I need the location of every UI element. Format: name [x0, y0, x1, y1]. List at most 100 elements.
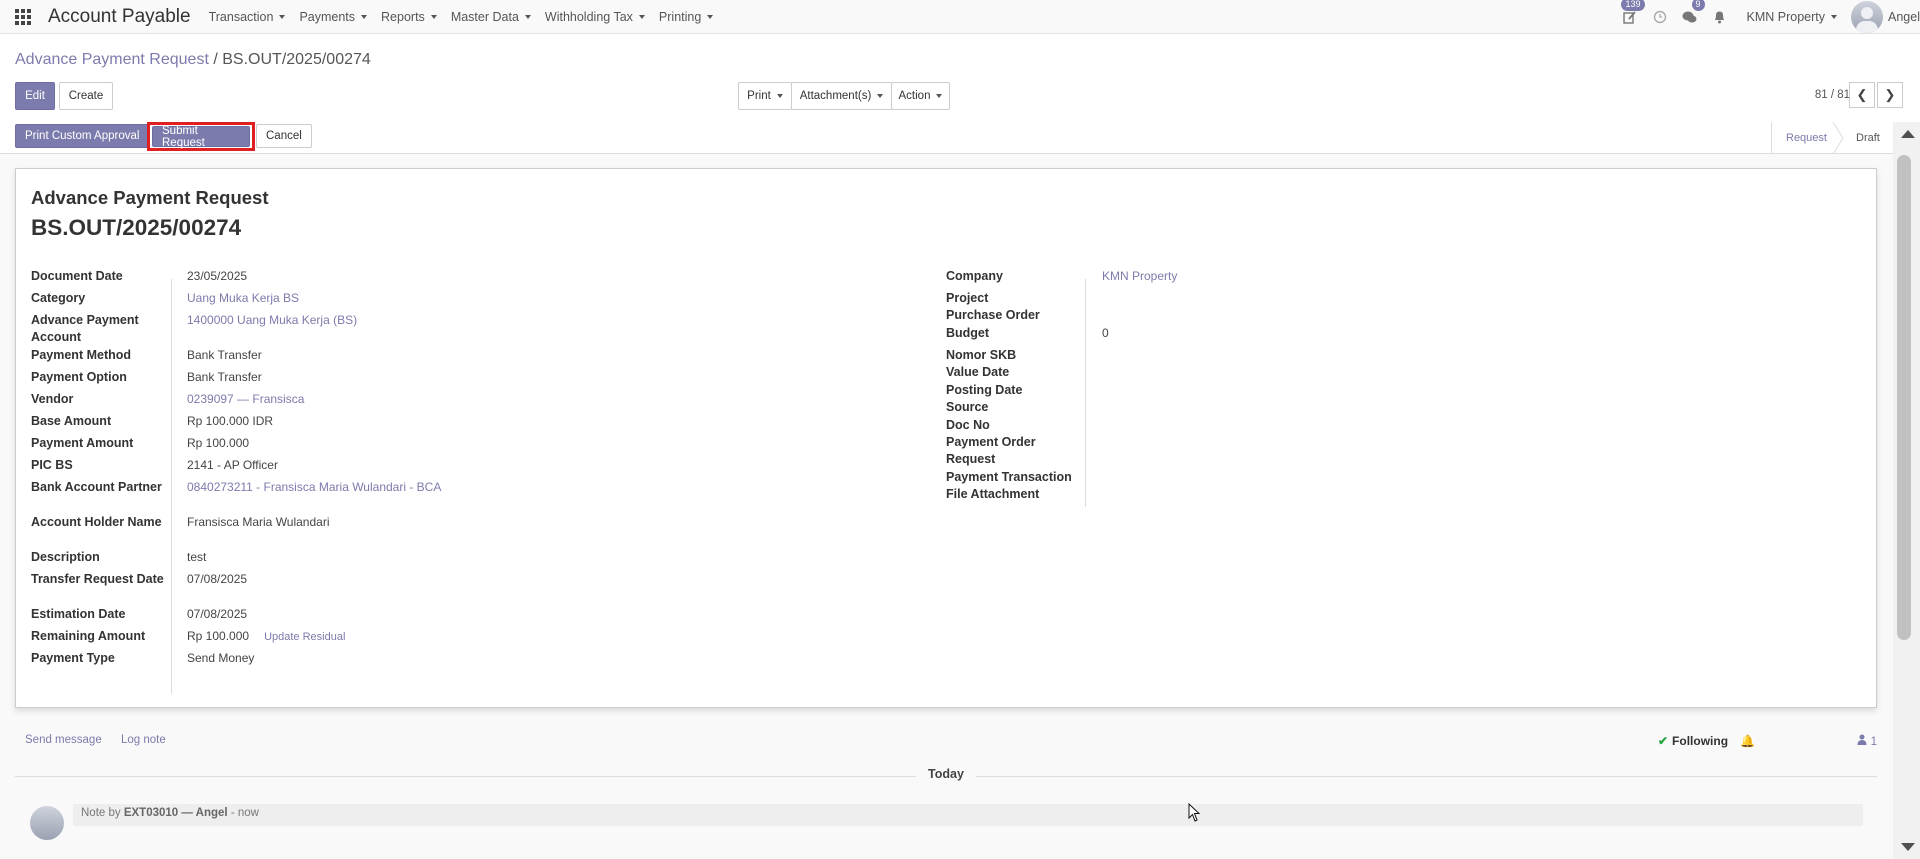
submit-request-button[interactable]: Submit Request: [152, 125, 250, 149]
field-value[interactable]: Uang Muka Kerja BS: [179, 290, 299, 307]
edit-activity-icon[interactable]: 139: [1621, 0, 1645, 26]
attachments-dropdown[interactable]: Attachment(s): [791, 82, 892, 110]
scrollbar-thumb[interactable]: [1897, 155, 1911, 640]
field-label: Posting Date: [946, 383, 1023, 397]
field-label: Value Date: [946, 365, 1010, 379]
apps-menu-icon[interactable]: [15, 8, 31, 25]
action-dropdown[interactable]: Action: [891, 82, 950, 110]
field-value[interactable]: test: [179, 549, 206, 566]
field-label: Advance Payment Account: [31, 313, 139, 344]
create-button[interactable]: Create: [59, 82, 113, 110]
field-label: File Attachment: [946, 487, 1040, 501]
field-label: Purchase Order: [946, 308, 1040, 322]
form-statusbar: Print Custom Approval Submit Request Can…: [0, 122, 1920, 154]
field-value[interactable]: Fransisca Maria Wulandari: [179, 514, 330, 531]
field-value[interactable]: 07/08/2025: [179, 606, 247, 623]
user-avatar[interactable]: [1851, 1, 1884, 33]
caret-down-icon: [430, 14, 437, 19]
field-value[interactable]: [1094, 382, 1102, 399]
scroll-down-icon[interactable]: [1901, 843, 1915, 851]
field-payment-order-request: Payment Order Request: [946, 434, 1084, 468]
send-message-button[interactable]: Send message: [25, 734, 102, 746]
field-value[interactable]: Rp 100.000: [179, 435, 249, 452]
field-label: Payment Transaction: [946, 470, 1072, 484]
vertical-scrollbar[interactable]: [1893, 122, 1920, 859]
note-message: Note by EXT03010 — Angel - now: [73, 804, 1863, 826]
field-value[interactable]: [1094, 347, 1102, 364]
clock-icon[interactable]: [1651, 8, 1669, 26]
field-value[interactable]: Bank Transfer: [179, 369, 262, 386]
menu-printing[interactable]: Printing: [659, 10, 714, 24]
field-value[interactable]: [1094, 307, 1102, 324]
scroll-up-icon[interactable]: [1901, 130, 1915, 138]
company-switcher[interactable]: KMN Property: [1747, 10, 1838, 24]
field-value[interactable]: [1094, 290, 1102, 307]
field-pic-bs: PIC BS 2141 - AP Officer: [31, 457, 278, 474]
field-value[interactable]: 07/08/2025: [179, 571, 247, 588]
field-value[interactable]: [1076, 434, 1084, 468]
field-transfer-request-date: Transfer Request Date 07/08/2025: [31, 571, 247, 588]
stage-request[interactable]: Request: [1786, 122, 1827, 154]
field-value[interactable]: Rp 100.000 IDR: [179, 413, 273, 430]
note-author[interactable]: EXT03010 — Angel: [124, 807, 228, 819]
field-value[interactable]: 0: [1094, 325, 1109, 342]
caret-down-icon: [524, 14, 531, 19]
caret-down-icon: [936, 94, 943, 98]
print-custom-approval-button[interactable]: Print Custom Approval: [15, 124, 150, 148]
menu-reports[interactable]: Reports: [381, 10, 437, 24]
field-value[interactable]: [1094, 469, 1102, 486]
field-value[interactable]: 0840273211 - Fransisca Maria Wulandari -…: [179, 479, 441, 496]
bell-icon[interactable]: [1711, 8, 1729, 26]
messages-icon[interactable]: 9: [1681, 0, 1705, 26]
main-navbar: Account Payable Transaction Payments Rep…: [0, 0, 1920, 34]
field-doc-no: Doc No: [946, 417, 1102, 434]
field-value[interactable]: [1094, 364, 1102, 381]
note-time: - now: [230, 807, 259, 819]
pager-next-button[interactable]: ❯: [1877, 82, 1903, 108]
field-payment-transaction: Payment Transaction: [946, 469, 1102, 486]
field-value[interactable]: 1400000 Uang Muka Kerja (BS): [179, 312, 357, 346]
field-label: Nomor SKB: [946, 348, 1017, 362]
field-value[interactable]: 0239097 — Fransisca: [179, 391, 304, 408]
field-value[interactable]: Send Money: [179, 650, 254, 667]
field-value[interactable]: Bank Transfer: [179, 347, 262, 364]
field-value[interactable]: KMN Property: [1094, 268, 1177, 285]
followers-button[interactable]: 1: [1857, 734, 1877, 748]
edit-button[interactable]: Edit: [15, 82, 55, 110]
breadcrumb-separator: /: [213, 51, 218, 68]
form-sheet: Advance Payment Request BS.OUT/2025/0027…: [15, 168, 1877, 708]
field-value[interactable]: 2141 - AP Officer: [179, 457, 278, 474]
breadcrumb-parent[interactable]: Advance Payment Request: [15, 51, 209, 68]
activity-badge: 139: [1621, 0, 1645, 11]
field-remaining-amount: Remaining Amount Rp 100.000 Update Residua…: [31, 628, 345, 646]
field-value[interactable]: 23/05/2025: [179, 268, 247, 285]
menu-payments[interactable]: Payments: [299, 10, 368, 24]
field-label: Vendor: [31, 392, 74, 406]
bell-muted-icon[interactable]: 🔔: [1740, 734, 1755, 748]
field-label: Project: [946, 291, 989, 305]
menu-master-data[interactable]: Master Data: [451, 10, 531, 24]
field-value[interactable]: Rp 100.000 Update Residual: [179, 628, 345, 646]
field-value[interactable]: [1094, 399, 1102, 416]
menu-withholding-tax[interactable]: Withholding Tax: [545, 10, 645, 24]
field-payment-amount: Payment Amount Rp 100.000: [31, 435, 249, 452]
log-note-button[interactable]: Log note: [121, 734, 166, 746]
print-dropdown[interactable]: Print: [738, 82, 792, 110]
field-value[interactable]: [1094, 486, 1102, 503]
following-button[interactable]: ✔ Following 🔔: [1658, 734, 1755, 748]
note-prefix: Note by: [81, 807, 121, 819]
field-label: Description: [31, 550, 100, 564]
app-title[interactable]: Account Payable: [48, 6, 191, 28]
caret-down-icon: [361, 14, 368, 19]
menu-transaction[interactable]: Transaction: [209, 10, 286, 24]
update-residual-link[interactable]: Update Residual: [264, 631, 345, 643]
stage-draft[interactable]: Draft: [1856, 122, 1880, 154]
cancel-button[interactable]: Cancel: [256, 124, 312, 148]
field-label: Payment Option: [31, 370, 127, 384]
caret-down-icon: [279, 14, 286, 19]
field-value[interactable]: [1094, 417, 1102, 434]
user-name[interactable]: Angel: [1888, 10, 1920, 24]
pager-value[interactable]: 81 / 81: [1815, 89, 1850, 101]
pager-previous-button[interactable]: ❮: [1849, 82, 1875, 108]
field-label: Transfer Request Date: [31, 572, 164, 586]
